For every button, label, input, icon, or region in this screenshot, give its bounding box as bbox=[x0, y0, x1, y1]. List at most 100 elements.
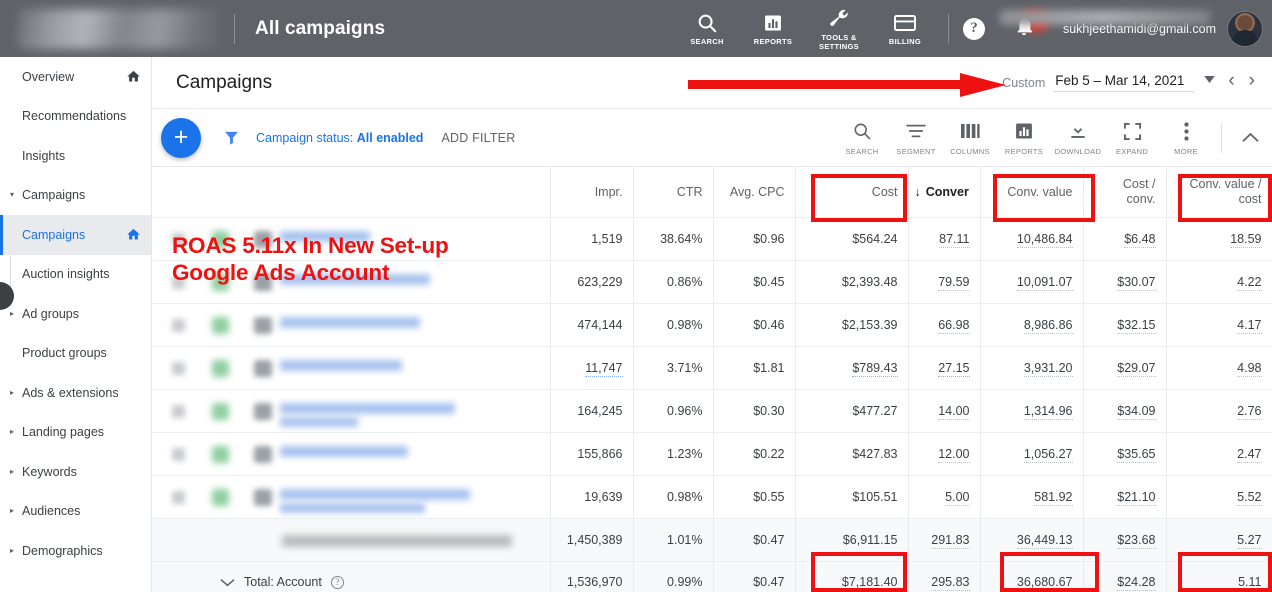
chevron-down-icon[interactable] bbox=[220, 578, 235, 587]
sidebar-item-ad-groups[interactable]: ▸ Ad groups bbox=[0, 294, 151, 334]
more-vert-icon bbox=[1183, 119, 1189, 143]
sidebar-group-campaigns[interactable]: ▾ Campaigns bbox=[0, 176, 151, 216]
campaign-name-cell[interactable] bbox=[152, 346, 551, 390]
cell-conversions: 87.11 bbox=[908, 217, 981, 261]
date-next-button[interactable]: › bbox=[1242, 71, 1262, 92]
table-row[interactable]: 474,144 0.98% $0.46 $2,153.39 66.98 8,98… bbox=[152, 303, 1272, 347]
sidebar-item-campaigns[interactable]: Campaigns bbox=[0, 215, 151, 255]
row-checkbox[interactable] bbox=[172, 232, 185, 246]
funnel-icon[interactable] bbox=[223, 129, 240, 146]
toolbar-search-button[interactable]: SEARCH bbox=[835, 119, 889, 156]
topbar-divider-2 bbox=[947, 13, 949, 44]
cell-impr[interactable]: 11,747 bbox=[550, 346, 634, 390]
row-checkbox[interactable] bbox=[172, 275, 185, 289]
column-header-campaign[interactable] bbox=[152, 167, 551, 218]
filter-chip-campaign-status[interactable]: Campaign status: All enabled bbox=[256, 131, 423, 145]
campaign-name-cell[interactable] bbox=[152, 303, 551, 347]
table-row[interactable]: 164,245 0.96% $0.30 $477.27 14.00 1,314.… bbox=[152, 389, 1272, 433]
row-checkbox[interactable] bbox=[172, 447, 185, 461]
cell-ctr: 38.64% bbox=[633, 217, 714, 261]
toolbar-more-button[interactable]: MORE bbox=[1159, 119, 1213, 156]
sidebar-item-ads-extensions[interactable]: ▸ Ads & extensions bbox=[0, 373, 151, 413]
download-icon bbox=[1068, 119, 1088, 143]
table-row[interactable]: 11,747 3.71% $1.81 $789.43 27.15 3,931.2… bbox=[152, 346, 1272, 390]
toolbar-expand-button[interactable]: EXPAND bbox=[1105, 119, 1159, 156]
sidebar-item-product-groups[interactable]: Product groups bbox=[0, 334, 151, 374]
account-name-blurred bbox=[18, 8, 218, 49]
toolbar-segment-button[interactable]: SEGMENT bbox=[889, 119, 943, 156]
campaign-type-icon bbox=[254, 230, 272, 248]
toolbar-reports-button[interactable]: REPORTS bbox=[997, 119, 1051, 156]
column-header-conv-value-per-cost[interactable]: Conv. value / cost bbox=[1166, 167, 1272, 218]
column-header-cost[interactable]: Cost bbox=[795, 167, 909, 218]
sidebar-item-label: Keywords bbox=[22, 464, 77, 479]
cell-conversions: 5.00 bbox=[908, 475, 981, 519]
date-range-value[interactable]: Feb 5 – Mar 14, 2021 bbox=[1053, 73, 1195, 92]
sidebar-item-audiences[interactable]: ▸ Audiences bbox=[0, 492, 151, 532]
column-header-conv-value[interactable]: Conv. value bbox=[980, 167, 1084, 218]
column-header-cost-per-conv[interactable]: Cost / conv. bbox=[1083, 167, 1167, 218]
table-row[interactable]: 623,229 0.86% $0.45 $2,393.48 79.59 10,0… bbox=[152, 260, 1272, 304]
row-checkbox[interactable] bbox=[172, 490, 185, 504]
row-checkbox[interactable] bbox=[172, 318, 185, 332]
home-icon bbox=[126, 69, 141, 84]
row-checkbox[interactable] bbox=[172, 361, 185, 375]
toolbar-segment-label: SEGMENT bbox=[896, 147, 936, 156]
campaign-name-cell[interactable] bbox=[152, 389, 551, 433]
sidebar-item-label: Overview bbox=[22, 69, 75, 84]
cell-ctr: 3.71% bbox=[633, 346, 714, 390]
total-account-label-cell: Total: Account ? bbox=[152, 561, 551, 592]
column-header-avg-cpc[interactable]: Avg. CPC bbox=[713, 167, 796, 218]
cell-conv-value: 10,091.07 bbox=[980, 260, 1084, 304]
campaign-name-cell[interactable] bbox=[152, 217, 551, 261]
column-header-impr[interactable]: Impr. bbox=[550, 167, 634, 218]
date-range-picker[interactable]: Custom Feb 5 – Mar 14, 2021 ‹ › bbox=[1002, 70, 1272, 96]
topbar-reports-button[interactable]: REPORTS bbox=[740, 0, 806, 57]
cell-ctr: 0.98% bbox=[633, 475, 714, 519]
table-row[interactable]: 155,866 1.23% $0.22 $427.83 12.00 1,056.… bbox=[152, 432, 1272, 476]
sidebar-item-insights[interactable]: Insights bbox=[0, 136, 151, 176]
add-filter-button[interactable]: ADD FILTER bbox=[441, 131, 515, 145]
add-campaign-button[interactable]: + bbox=[161, 117, 201, 158]
question-mark-icon[interactable]: ? bbox=[962, 17, 985, 40]
column-header-ctr[interactable]: CTR bbox=[633, 167, 714, 218]
topbar-search-button[interactable]: SEARCH bbox=[674, 0, 740, 57]
table-row[interactable]: 19,639 0.98% $0.55 $105.51 5.00 581.92 $… bbox=[152, 475, 1272, 519]
avatar[interactable] bbox=[1227, 10, 1263, 47]
campaign-name-cell[interactable] bbox=[152, 432, 551, 476]
toolbar-download-button[interactable]: DOWNLOAD bbox=[1051, 119, 1105, 156]
google-ads-campaigns-screen: All campaigns SEARCH REPORTS TOOLS & SET… bbox=[0, 0, 1272, 592]
campaign-name-cell[interactable] bbox=[152, 475, 551, 519]
topbar-tools-settings-label: TOOLS & SETTINGS bbox=[819, 32, 859, 51]
sidebar-item-keywords[interactable]: ▸ Keywords bbox=[0, 452, 151, 492]
chevron-down-icon[interactable] bbox=[1204, 70, 1216, 88]
cell-impr: 474,144 bbox=[550, 303, 634, 347]
chevron-up-icon[interactable] bbox=[1230, 132, 1270, 143]
campaign-name-blurred bbox=[280, 402, 455, 414]
cell-impr: 623,229 bbox=[550, 260, 634, 304]
cell-conv-value-per-cost: 4.22 bbox=[1166, 260, 1272, 304]
cell-avg-cpc: $1.81 bbox=[713, 346, 796, 390]
sidebar-item-overview[interactable]: Overview bbox=[0, 57, 151, 97]
row-checkbox[interactable] bbox=[172, 404, 185, 418]
campaign-type-icon bbox=[254, 273, 272, 291]
column-header-conversions[interactable]: ↓ Conver bbox=[908, 167, 981, 218]
sidebar-item-demographics[interactable]: ▸ Demographics bbox=[0, 531, 151, 571]
topbar-tools-settings-button[interactable]: TOOLS & SETTINGS bbox=[806, 0, 872, 57]
topbar-billing-button[interactable]: BILLING bbox=[872, 0, 938, 57]
chevron-right-icon: ▸ bbox=[10, 506, 15, 516]
sidebar-item-recommendations[interactable]: Recommendations bbox=[0, 97, 151, 137]
campaign-name-cell[interactable] bbox=[152, 260, 551, 304]
cell-avg-cpc: $0.96 bbox=[713, 217, 796, 261]
cell-cost[interactable]: $789.43 bbox=[795, 346, 909, 390]
toolbar-columns-button[interactable]: COLUMNS bbox=[943, 119, 997, 156]
campaign-name-blurred bbox=[280, 316, 420, 328]
sidebar-item-auction-insights[interactable]: Auction insights bbox=[0, 255, 151, 295]
cell-cost-per-conv: $6.48 bbox=[1083, 217, 1167, 261]
date-prev-button[interactable]: ‹ bbox=[1221, 71, 1241, 92]
cell-conversions[interactable]: 27.15 bbox=[908, 346, 981, 390]
sidebar-item-landing-pages[interactable]: ▸ Landing pages bbox=[0, 413, 151, 453]
filter-chip-value: All enabled bbox=[356, 130, 424, 145]
table-row[interactable]: 1,519 38.64% $0.96 $564.24 87.11 10,486.… bbox=[152, 217, 1272, 261]
question-mark-circle-icon[interactable]: ? bbox=[330, 575, 344, 589]
